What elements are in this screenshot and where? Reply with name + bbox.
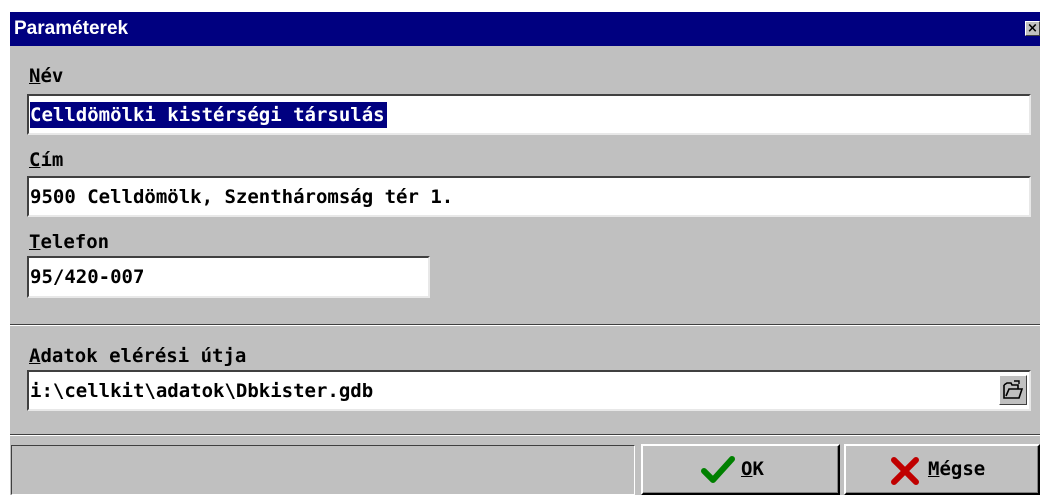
name-value: Celldömölki kistérségi társulás (30, 102, 387, 128)
cancel-button[interactable]: Mégse (844, 444, 1040, 495)
phone-label: Telefon (29, 231, 110, 253)
close-button[interactable]: × (1025, 21, 1040, 36)
checkmark-icon (701, 456, 735, 483)
address-value: 9500 Celldömölk, Szentháromság tér 1. (30, 186, 454, 208)
data-path-value: i:\cellkit\adatok\Dbkister.gdb (30, 380, 374, 402)
parameters-dialog: Paraméterek × Név Celldömölki kistérségi… (10, 12, 1040, 495)
ok-button[interactable]: OK (641, 444, 840, 495)
browse-button[interactable] (999, 375, 1027, 405)
status-panel (11, 445, 635, 495)
close-icon: × (1027, 21, 1038, 36)
address-label: Cím (29, 149, 64, 171)
data-path-label: Adatok elérési útja (29, 345, 247, 367)
cancel-label: Mégse (928, 458, 986, 480)
name-label: Név (29, 65, 64, 87)
open-folder-icon (1003, 380, 1024, 399)
address-input[interactable]: 9500 Celldömölk, Szentháromság tér 1. (27, 176, 1031, 217)
separator (10, 324, 1040, 326)
name-input[interactable]: Celldömölki kistérségi társulás (27, 94, 1031, 135)
ok-label: OK (741, 458, 764, 480)
phone-value: 95/420-007 (30, 266, 145, 288)
x-icon (891, 457, 919, 485)
phone-input[interactable]: 95/420-007 (27, 256, 430, 298)
data-path-input[interactable]: i:\cellkit\adatok\Dbkister.gdb (27, 370, 1031, 411)
dialog-title: Paraméterek (14, 18, 129, 39)
title-bar: Paraméterek × (10, 12, 1040, 46)
separator-bottom (10, 434, 1040, 436)
